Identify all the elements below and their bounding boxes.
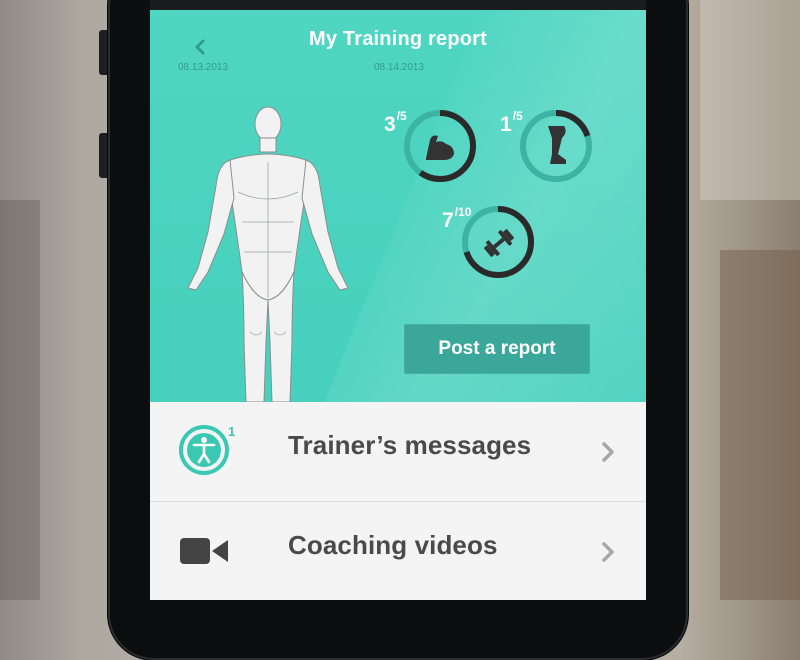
dumbbell-icon bbox=[484, 229, 514, 257]
chevron-right-icon bbox=[602, 542, 614, 562]
previous-date[interactable]: 08.13.2013 bbox=[178, 62, 228, 73]
list-item-label: Trainer’s messages bbox=[288, 430, 532, 460]
biceps-icon bbox=[426, 135, 454, 160]
chevron-right-icon bbox=[602, 442, 614, 462]
background-blur bbox=[720, 250, 800, 600]
app-screen: My Training report 08.13.2013 08.14.2013 bbox=[150, 0, 646, 600]
background-blur bbox=[700, 0, 800, 200]
menu-list: 1 Trainer’s messages Coaching videos bbox=[150, 402, 646, 600]
status-bar bbox=[150, 0, 646, 10]
page-title: My Training report bbox=[308, 28, 488, 50]
current-date[interactable]: 08.14.2013 bbox=[374, 62, 424, 73]
body-map-figure[interactable] bbox=[178, 102, 358, 402]
background-blur bbox=[0, 200, 40, 600]
list-item-trainers-messages[interactable]: 1 Trainer’s messages bbox=[150, 402, 646, 502]
accessibility-person-icon bbox=[179, 425, 229, 475]
stat-value: 3 bbox=[384, 113, 396, 136]
leg-icon bbox=[548, 126, 566, 164]
list-item-coaching-videos[interactable]: Coaching videos bbox=[150, 502, 646, 600]
stat-value: 7 bbox=[442, 209, 454, 232]
training-report-header: My Training report 08.13.2013 08.14.2013 bbox=[150, 10, 646, 402]
video-camera-icon bbox=[180, 538, 228, 564]
unread-badge: 1 bbox=[228, 424, 236, 439]
stat-value: 1 bbox=[500, 113, 512, 136]
post-report-button[interactable]: Post a report bbox=[404, 324, 590, 374]
list-item-label: Coaching videos bbox=[288, 530, 498, 560]
